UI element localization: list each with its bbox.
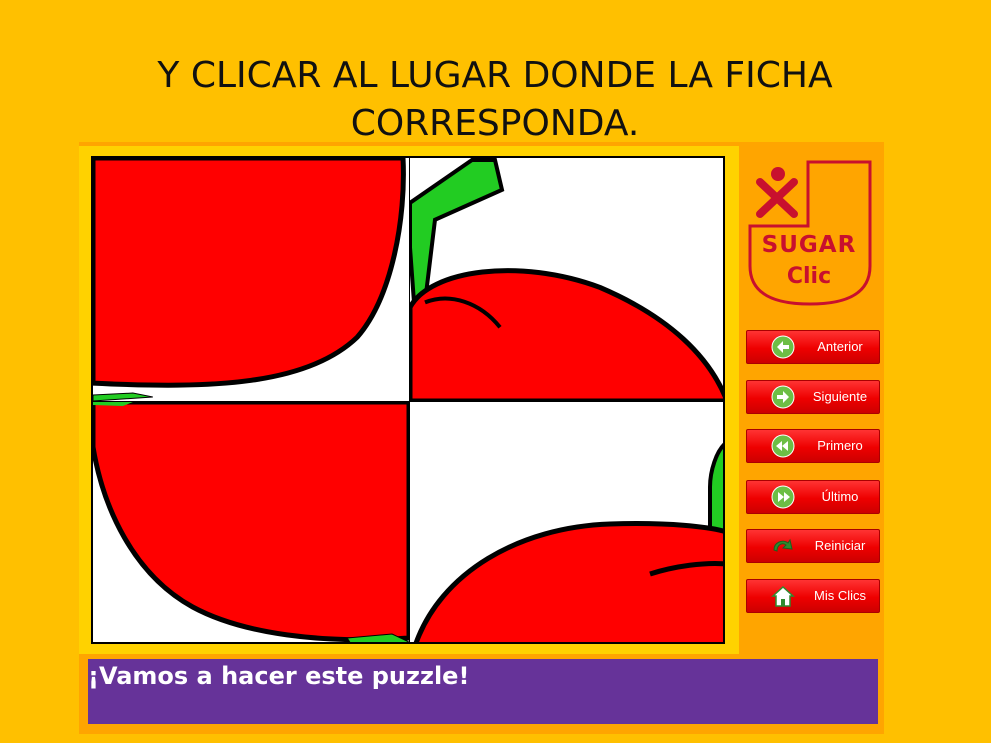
first-button-label: Primero [817, 438, 863, 453]
previous-button-label: Anterior [817, 339, 863, 354]
puzzle-piece-4[interactable] [410, 402, 723, 642]
logo-text-clic: Clic [786, 264, 832, 289]
puzzle-piece-3[interactable] [93, 402, 410, 642]
slide-title: Y CLICAR AL LUGAR DONDE LA FICHA CORRESP… [60, 52, 930, 148]
my-clics-button-label: Mis Clics [814, 588, 866, 603]
reload-icon [773, 538, 793, 552]
title-line-1: Y CLICAR AL LUGAR DONDE LA FICHA [157, 55, 833, 96]
puzzle-piece-1[interactable] [93, 158, 410, 402]
fast-forward-icon [771, 485, 795, 509]
puzzle-board [91, 156, 725, 644]
restart-button[interactable]: Reiniciar [746, 529, 880, 563]
puzzle-piece-2[interactable] [410, 158, 723, 402]
last-button[interactable]: Último [746, 480, 880, 514]
home-icon [771, 585, 795, 607]
previous-button[interactable]: Anterior [746, 330, 880, 364]
title-line-2: CORRESPONDA. [350, 103, 640, 144]
first-button[interactable]: Primero [746, 429, 880, 463]
status-message: ¡Vamos a hacer este puzzle! [88, 662, 470, 690]
rewind-icon [771, 434, 795, 458]
next-button[interactable]: Siguiente [746, 380, 880, 414]
arrow-left-icon [771, 335, 795, 359]
logo-text-sugar: SUGAR [761, 232, 857, 258]
restart-button-label: Reiniciar [814, 538, 866, 553]
last-button-label: Último [821, 489, 859, 504]
my-clics-button[interactable]: Mis Clics [746, 579, 880, 613]
arrow-right-icon [771, 385, 795, 409]
next-button-label: Siguiente [812, 389, 868, 404]
